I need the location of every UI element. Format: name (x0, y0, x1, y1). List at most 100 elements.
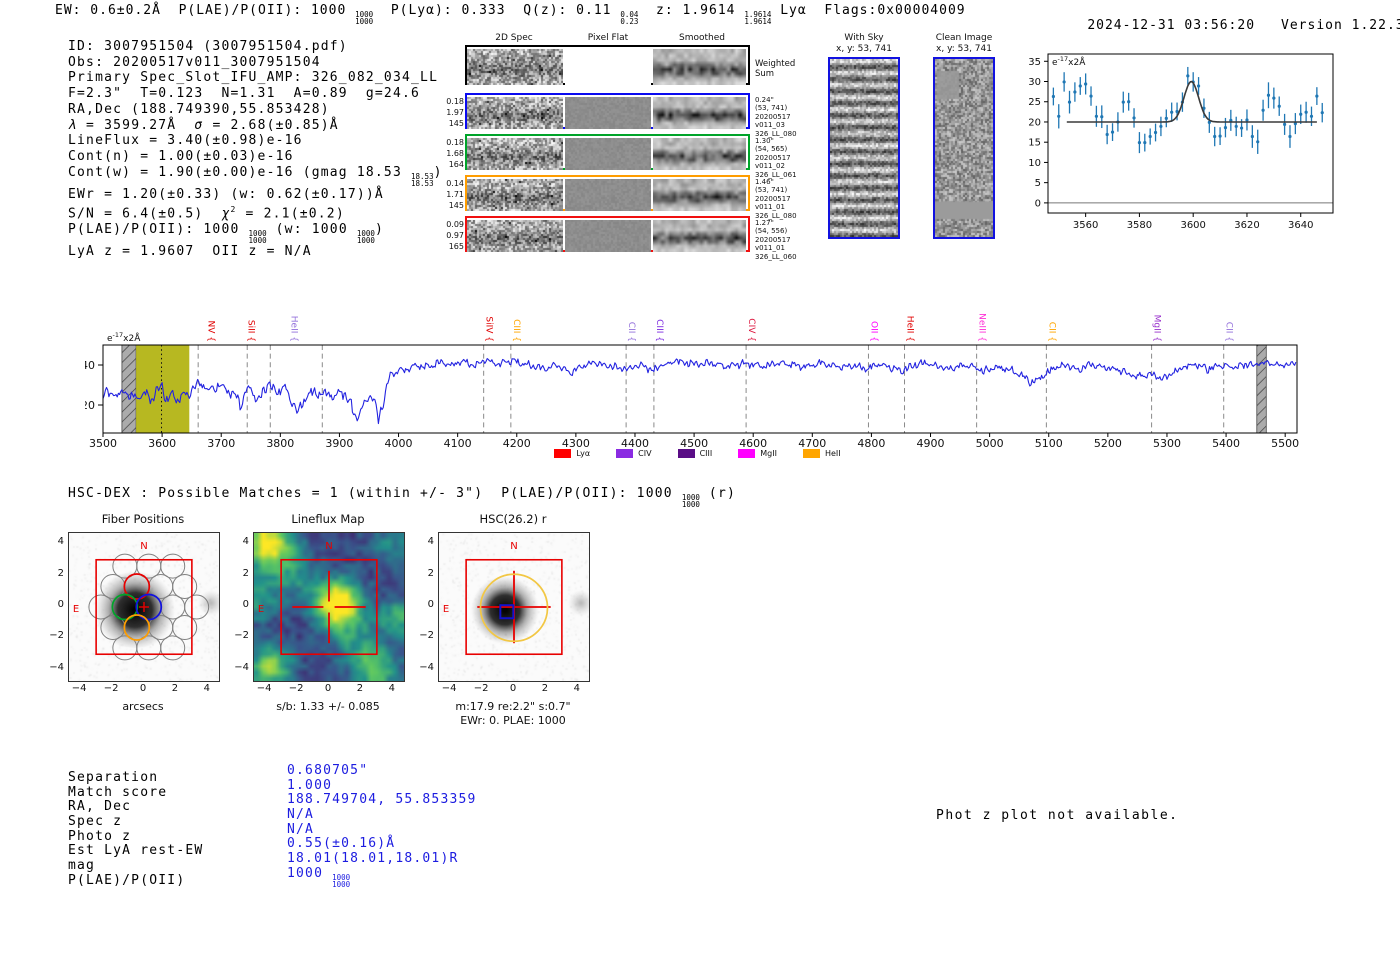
svg-text:SiIV {: SiIV { (484, 316, 494, 342)
svg-text:MgII {: MgII { (1152, 315, 1162, 342)
map-y-tick: 4 (57, 536, 64, 548)
header-summary: EW: 0.6±0.2Å P(LAE)/P(OII): 1000 1000 100… (55, 3, 966, 26)
lineflux-map-plot: NE (253, 532, 405, 682)
stacked-fraction: 1000 1000 (332, 872, 351, 889)
match-table-row: Spec z N/A (68, 807, 477, 829)
svg-text:10: 10 (1028, 158, 1041, 169)
cutout-row-weights: 0.09 0.97 165 (446, 220, 464, 251)
cutout-row-annotation: Weighted Sum (755, 59, 796, 79)
fiber-map-title: Fiber Positions (101, 512, 185, 526)
full-spectrum-plot: NV {SiII {HeII {SiIV {CIII {CII {CIII {C… (81, 300, 1310, 460)
stacked-fraction: 1000 1000 (355, 10, 374, 26)
clean-image-title-text: Clean Image (935, 33, 993, 43)
match-row-value: 1000 1000 1000 (287, 865, 351, 889)
cutout-row-annotation: 1.46" (53, 741) 20200517 v011_01 326_LL_… (755, 178, 797, 220)
legend-swatch (677, 449, 695, 458)
svg-text:35: 35 (1028, 57, 1041, 68)
match-table-row: Separation 0.680705" (68, 763, 477, 785)
match-row-label: Match score (68, 784, 168, 800)
photz-note: Phot z plot not available. (936, 808, 1179, 823)
svg-text:CII {: CII { (1224, 322, 1234, 342)
cutout-row: 0.18 1.97 145 0.24" (53, 741) 20200517 v0… (446, 93, 797, 138)
match-row-value: 0.55(±0.16)Å (287, 836, 396, 852)
map-x-tick: 2 (171, 683, 179, 694)
hsc-map-xlabel: m:17.9 re:2.2" s:0.7" (455, 700, 571, 713)
svg-text:E: E (258, 604, 264, 615)
map-x-tick: 4 (573, 683, 581, 694)
stacked-fraction: 1000 1000 (681, 493, 700, 509)
spectrum-legend-item: CIV (616, 449, 652, 458)
map-x-tick: 0 (139, 683, 147, 694)
cutout-row-weights: 0.18 1.97 145 (446, 97, 464, 128)
cutout-row: Weighted Sum (465, 45, 795, 85)
legend-label: MgII (760, 449, 777, 458)
match-table-row: mag 18.01(18.01,18.01)R (68, 851, 477, 873)
2d-spec-image (467, 138, 563, 170)
clean-image (933, 57, 995, 239)
svg-text:15: 15 (1028, 138, 1041, 149)
svg-text:25: 25 (1028, 97, 1041, 108)
legend-swatch (802, 449, 820, 458)
map-overlay: NE (443, 541, 563, 656)
col-title-smoothed: Smoothed (679, 33, 725, 43)
info-line: LineFlux = 3.40(±0.98)e-16 (68, 133, 303, 149)
map-y-tick: −2 (419, 630, 434, 642)
map-x-tick: −4 (256, 683, 272, 694)
spectrum-legend-item: MgII (738, 449, 777, 458)
map-x-tick: −4 (441, 683, 457, 694)
svg-text:N: N (140, 541, 147, 552)
spectrum-legend-item: HeII (802, 449, 841, 458)
legend-swatch (738, 449, 756, 458)
svg-text:OII {: OII { (868, 321, 878, 342)
info-line: Obs: 20200517v011_3007951504 (68, 54, 321, 70)
stacked-fraction: 1000 1000 (356, 229, 375, 246)
spectrum-legend-item: CIII (677, 449, 713, 458)
svg-text:CII {: CII { (626, 322, 636, 342)
svg-text:e-17x2Å: e-17x2Å (107, 331, 141, 344)
spectrum-legend-item: Lyα (554, 449, 590, 458)
pixel-flat-image (565, 97, 651, 129)
stacked-fraction: 0.04 0.23 (620, 10, 639, 26)
info-line: Cont(w) = 1.90(±0.00)e-16 (gmag 18.53 18… (68, 164, 443, 188)
2d-spec-image (467, 49, 563, 85)
svg-text:E: E (73, 604, 79, 615)
match-row-label: Photo z (68, 828, 132, 844)
clean-image-coords: x, y: 53, 741 (936, 44, 992, 54)
map-y-tick: 4 (427, 536, 434, 548)
smoothed-image (653, 49, 746, 85)
lineflux-map-xlabel: s/b: 1.33 +/- 0.085 (276, 700, 380, 713)
svg-text:3580: 3580 (1127, 220, 1152, 231)
spectrum-legend: Lyα CIV CIII MgII HeII (85, 449, 1310, 458)
info-line: F=2.3" T=0.123 N=1.31 A=0.89 g=24.6 (68, 86, 421, 102)
cutout-row-weights: 0.14 1.71 145 (446, 179, 464, 210)
match-table-row: P(LAE)/P(OII) 1000 1000 1000 (68, 866, 477, 888)
cutout-row: 0.18 1.68 164 1.30" (54, 565) 20200517 v0… (446, 134, 797, 179)
with-sky-panel: With Sky x, y: 53, 741 (826, 33, 902, 248)
legend-label: Lyα (576, 449, 591, 458)
fiber-map-plot: NE (68, 532, 220, 682)
elixer-detection-report: EW: 0.6±0.2Å P(LAE)/P(OII): 1000 1000 100… (0, 0, 1400, 953)
match-row-label: P(LAE)/P(OII) (68, 872, 186, 888)
cutout-row-annotation: 1.30" (54, 565) 20200517 v011_02 326_LL_… (755, 137, 797, 179)
map-x-tick: 2 (541, 683, 549, 694)
2d-spec-image (467, 220, 563, 252)
smoothed-image (653, 179, 746, 211)
info-line: S/N = 6.4(±0.5) χ2 = 2.1(±0.2) (68, 205, 345, 222)
cutout-row-annotation: 1.27" (54, 556) 20200517 v011_01 326_LL_… (755, 219, 797, 261)
map-x-tick: −2 (288, 683, 304, 694)
svg-text:3560: 3560 (1073, 220, 1098, 231)
map-y-tick: −4 (49, 661, 64, 673)
svg-text:40: 40 (85, 359, 95, 372)
legend-label: CIV (638, 449, 652, 458)
cutout-row-annotation: 0.24" (53, 741) 20200517 v011_03 326_LL_… (755, 96, 797, 138)
hsc-cutout-map: HSC(26.2) r NE m:17.9 re:2.2" s:0.7" EWr… (419, 510, 639, 732)
svg-text:N: N (325, 541, 332, 552)
svg-text:0: 0 (1035, 198, 1041, 209)
lineflux-map-title: Lineflux Map (291, 512, 365, 526)
legend-label: CIII (699, 449, 713, 458)
match-row-value: 0.680705" (287, 763, 369, 778)
catalog-match-table: Separation 0.680705" Match score 1.000 RA, D… (68, 763, 477, 888)
info-line: EWr = 1.20(±0.33) (w: 0.62(±0.17))Å (68, 186, 384, 202)
info-line: LyA z = 1.9607 OII z = N/A (68, 244, 312, 260)
svg-text:SiII {: SiII { (245, 320, 255, 342)
